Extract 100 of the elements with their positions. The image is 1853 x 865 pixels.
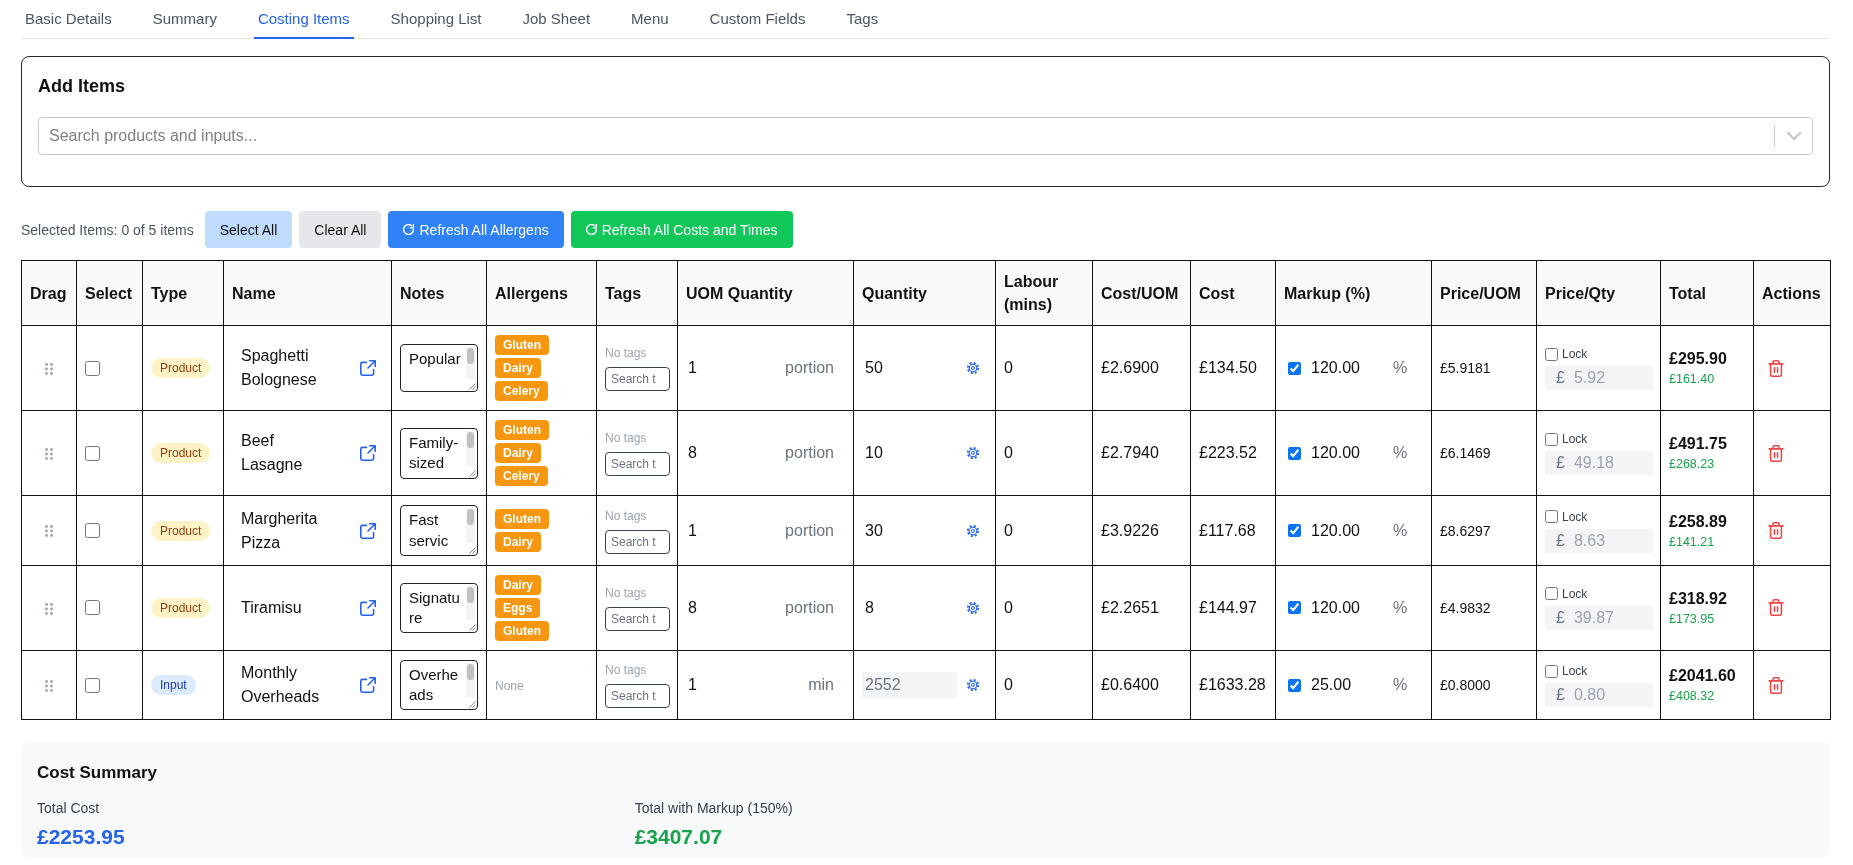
tag-search-field[interactable]: Search t [605,367,670,392]
row-checkbox[interactable] [85,600,100,616]
percent-sign: % [1393,598,1408,617]
resize-grip-icon[interactable] [468,468,476,477]
tag-search-field[interactable]: Search t [605,684,670,709]
markup-field[interactable]: 120.00 [1301,359,1391,378]
column-header: UOM Quantity [677,260,854,326]
markup-field[interactable]: 120.00 [1301,521,1391,540]
table-cell: £117.68 [1190,495,1276,566]
tab[interactable]: Costing Items [253,0,354,39]
tab[interactable]: Custom Fields [705,0,810,39]
external-link-icon[interactable] [360,599,376,616]
trash-icon[interactable] [1768,676,1784,694]
resize-grip-icon[interactable] [468,623,476,632]
external-link-icon[interactable] [360,360,376,377]
search-field[interactable]: Search products and inputs... [38,117,1813,155]
scrollbar[interactable] [466,662,475,698]
tag-search-field[interactable]: Search t [605,529,670,554]
markup-field[interactable]: 120.00 [1301,444,1391,463]
quantity-value[interactable]: 10 [862,440,886,467]
gear-icon[interactable] [966,446,980,461]
price-field[interactable]: £ 5.92 [1545,366,1653,391]
table-cell: £3.9226 [1092,495,1191,566]
trash-icon[interactable] [1768,599,1784,617]
row-checkbox[interactable] [85,523,100,539]
row-checkbox[interactable] [85,360,100,376]
gear-icon[interactable] [966,523,980,538]
gear-icon[interactable] [966,361,980,376]
markup-field[interactable]: 120.00 [1301,598,1391,617]
markup-checkbox[interactable] [1288,361,1301,375]
quantity-value[interactable]: 30 [862,517,886,544]
refresh-allergens-button[interactable]: Refresh All Allergens [388,211,564,248]
price-field[interactable]: £ 39.87 [1545,605,1653,630]
external-link-icon[interactable] [360,677,376,694]
tab[interactable]: Summary [148,0,221,39]
drag-handle-icon[interactable] [45,363,53,376]
scrollbar[interactable] [466,508,475,543]
allergen-tag: Celery [495,466,548,487]
resize-grip-icon[interactable] [468,700,476,709]
gear-icon[interactable] [966,600,980,615]
markup-checkbox[interactable] [1288,601,1301,615]
item-name: Beef Lasagne [241,431,304,476]
scrollbar[interactable] [466,347,475,380]
notes-field[interactable]: Family-sized [400,428,478,479]
lock-checkbox[interactable] [1545,664,1558,678]
uom-quantity: 1 [688,359,697,378]
uom-unit: min [808,676,834,695]
markup-field[interactable]: 25.00 [1301,676,1391,695]
price-field[interactable]: £ 49.18 [1545,451,1653,476]
lock-checkbox[interactable] [1545,347,1558,361]
clear-all-button[interactable]: Clear All [299,211,382,248]
uom-unit: portion [785,359,834,378]
price-field[interactable]: £ 8.63 [1545,528,1653,553]
column-header: Price/UOM [1431,260,1537,326]
summary-value: £2253.95 [37,824,126,851]
column-header: Actions [1753,260,1831,326]
drag-handle-icon[interactable] [45,448,53,461]
select-all-button[interactable]: Select All [204,211,293,248]
total-amount: £295.90 [1669,349,1728,370]
tab[interactable]: Menu [627,0,673,39]
resize-grip-icon[interactable] [468,545,476,554]
notes-field[interactable]: Signature [400,582,478,634]
column-header: Labour (mins) [995,260,1093,326]
column-header: Select [76,260,143,326]
drag-handle-icon[interactable] [45,679,53,692]
tag-search-field[interactable]: Search t [605,606,670,631]
scrollbar[interactable] [466,585,475,621]
notes-field[interactable]: Popular [400,344,478,393]
column-header: Quantity [853,260,996,326]
tag-search-field[interactable]: Search t [605,452,670,477]
quantity-value[interactable]: 50 [862,355,886,382]
gear-icon[interactable] [966,678,980,693]
markup-checkbox[interactable] [1288,446,1301,460]
trash-icon[interactable] [1768,522,1784,540]
row-checkbox[interactable] [85,677,100,693]
column-header: Markup (%) [1275,260,1432,326]
resize-grip-icon[interactable] [468,382,476,391]
markup-checkbox[interactable] [1288,678,1301,692]
external-link-icon[interactable] [360,522,376,539]
drag-handle-icon[interactable] [45,602,53,615]
lock-checkbox[interactable] [1545,587,1558,601]
type-badge: Product [151,520,211,541]
markup-checkbox[interactable] [1288,524,1301,538]
quantity-value[interactable]: 8 [862,594,877,621]
external-link-icon[interactable] [360,445,376,462]
table-cell: £2.6900 [1092,325,1191,411]
tab[interactable]: Shopping List [386,0,486,39]
tab[interactable]: Tags [842,0,883,39]
notes-field[interactable]: Overheads [400,659,478,711]
tab[interactable]: Basic Details [21,0,116,39]
lock-checkbox[interactable] [1545,432,1558,446]
drag-handle-icon[interactable] [45,525,53,538]
price-field[interactable]: £ 0.80 [1545,683,1653,708]
trash-icon[interactable] [1768,444,1784,462]
lock-checkbox[interactable] [1545,510,1558,524]
notes-field[interactable]: Fast servic [400,505,478,556]
row-checkbox[interactable] [85,445,100,461]
trash-icon[interactable] [1768,359,1784,377]
scrollbar[interactable] [466,431,475,466]
tab[interactable]: Job Sheet [518,0,595,39]
